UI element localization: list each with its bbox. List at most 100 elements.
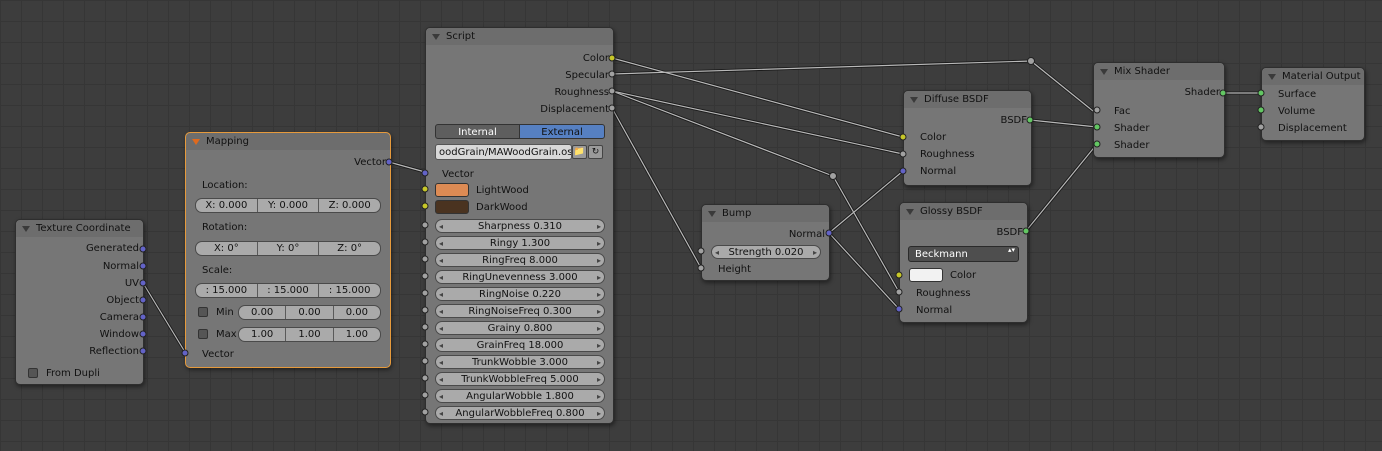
script-node[interactable]: Script Color Specular Roughness Displace…	[425, 27, 614, 424]
socket-script-displacement-out[interactable]	[608, 104, 616, 112]
glossy-bsdf-node[interactable]: Glossy BSDF BSDF Beckmann Color Roughnes…	[899, 202, 1028, 323]
from-dupli-checkbox[interactable]	[28, 368, 38, 378]
location-z[interactable]: Z: 0.000	[318, 199, 380, 212]
scale-z[interactable]: : 15.000	[318, 284, 380, 297]
scale-x[interactable]: : 15.000	[196, 284, 257, 297]
socket-diffuse-normal-in[interactable]	[899, 167, 907, 175]
reload-icon[interactable]: ↻	[588, 145, 603, 159]
socket-glossy-roughness-in[interactable]	[895, 288, 903, 296]
socket-glossy-normal-in[interactable]	[895, 305, 903, 313]
node-header[interactable]: Glossy BSDF	[900, 203, 1027, 220]
socket-param-in[interactable]	[421, 255, 429, 263]
ringfreq-field[interactable]: RingFreq 8.000	[435, 253, 605, 267]
folder-icon[interactable]: 📁	[572, 145, 587, 159]
socket-script-specular-out[interactable]	[608, 70, 616, 78]
min-checkbox[interactable]	[198, 307, 208, 317]
location-vector[interactable]: X: 0.000 Y: 0.000 Z: 0.000	[195, 198, 381, 213]
socket-normal[interactable]	[139, 262, 147, 270]
min-x[interactable]: 0.00	[239, 306, 285, 319]
trunkwobblefreq-field[interactable]: TrunkWobbleFreq 5.000	[435, 372, 605, 386]
max-x[interactable]: 1.00	[239, 328, 285, 341]
strength-field[interactable]: Strength 0.020	[711, 245, 821, 259]
socket-param-in[interactable]	[421, 408, 429, 416]
socket-output-displacement-in[interactable]	[1257, 123, 1265, 131]
socket-diffuse-roughness-in[interactable]	[899, 150, 907, 158]
socket-lightwood-in[interactable]	[421, 185, 429, 193]
socket-script-color-out[interactable]	[608, 54, 616, 62]
socket-script-roughness-out[interactable]	[608, 87, 616, 95]
diffuse-bsdf-node[interactable]: Diffuse BSDF BSDF Color Roughness Normal	[903, 90, 1032, 186]
rotation-vector[interactable]: X: 0° Y: 0° Z: 0°	[195, 241, 381, 256]
sharpness-field[interactable]: Sharpness 0.310	[435, 219, 605, 233]
location-y[interactable]: Y: 0.000	[256, 199, 319, 212]
socket-diffuse-color-in[interactable]	[899, 133, 907, 141]
socket-glossy-color-in[interactable]	[895, 271, 903, 279]
ringnoise-field[interactable]: RingNoise 0.220	[435, 287, 605, 301]
node-header[interactable]: Script	[426, 28, 613, 45]
external-mode-button[interactable]: External	[519, 124, 605, 139]
node-header[interactable]: Mix Shader	[1094, 63, 1224, 80]
node-header[interactable]: Mapping	[186, 133, 390, 150]
socket-mapping-vector-out[interactable]	[385, 158, 393, 166]
scale-vector[interactable]: : 15.000 : 15.000 : 15.000	[195, 283, 381, 298]
socket-param-in[interactable]	[421, 272, 429, 280]
socket-param-in[interactable]	[421, 323, 429, 331]
socket-param-in[interactable]	[421, 238, 429, 246]
script-filepath-input[interactable]: oodGrain/MAWoodGrain.osl	[435, 144, 572, 160]
mix-shader-node[interactable]: Mix Shader Shader Fac Shader Shader	[1093, 62, 1225, 158]
socket-window[interactable]	[139, 330, 147, 338]
light-wood-color-swatch[interactable]	[435, 183, 469, 197]
socket-output-volume-in[interactable]	[1257, 106, 1265, 114]
ringy-field[interactable]: Ringy 1.300	[435, 236, 605, 250]
node-header[interactable]: Bump	[702, 205, 829, 222]
trunkwobble-field[interactable]: TrunkWobble 3.000	[435, 355, 605, 369]
socket-param-in[interactable]	[421, 357, 429, 365]
socket-mix-shader2-in[interactable]	[1093, 140, 1101, 148]
socket-param-in[interactable]	[421, 391, 429, 399]
max-y[interactable]: 1.00	[285, 328, 332, 341]
max-z[interactable]: 1.00	[332, 328, 380, 341]
socket-mix-shader1-in[interactable]	[1093, 123, 1101, 131]
socket-bump-normal-out[interactable]	[825, 229, 833, 237]
rotation-y[interactable]: Y: 0°	[256, 242, 319, 255]
min-y[interactable]: 0.00	[285, 306, 332, 319]
socket-object[interactable]	[139, 296, 147, 304]
socket-output-surface-in[interactable]	[1257, 89, 1265, 97]
node-header[interactable]: Material Output	[1262, 68, 1364, 85]
min-vector[interactable]: 0.00 0.00 0.00	[238, 305, 381, 320]
glossy-color-swatch[interactable]	[909, 268, 943, 282]
socket-uv[interactable]	[139, 279, 147, 287]
scale-y[interactable]: : 15.000	[256, 284, 319, 297]
mapping-node[interactable]: Mapping Vector Location: X: 0.000 Y: 0.0…	[185, 132, 391, 368]
material-output-node[interactable]: Material Output Surface Volume Displacem…	[1261, 67, 1365, 141]
rotation-z[interactable]: Z: 0°	[318, 242, 380, 255]
grainfreq-field[interactable]: GrainFreq 18.000	[435, 338, 605, 352]
socket-reflection[interactable]	[139, 347, 147, 355]
socket-mix-shader-out[interactable]	[1219, 89, 1227, 97]
socket-generated[interactable]	[139, 245, 147, 253]
texture-coordinate-node[interactable]: Texture Coordinate Generated Normal UV O…	[15, 219, 144, 385]
location-x[interactable]: X: 0.000	[196, 199, 257, 212]
node-header[interactable]: Texture Coordinate	[16, 220, 143, 237]
socket-param-in[interactable]	[421, 340, 429, 348]
rotation-x[interactable]: X: 0°	[196, 242, 257, 255]
dark-wood-color-swatch[interactable]	[435, 200, 469, 214]
socket-camera[interactable]	[139, 313, 147, 321]
node-header[interactable]: Diffuse BSDF	[904, 91, 1031, 108]
grainy-field[interactable]: Grainy 0.800	[435, 321, 605, 335]
socket-script-vector-in[interactable]	[421, 169, 429, 177]
socket-bump-strength-in[interactable]	[697, 247, 705, 255]
socket-param-in[interactable]	[421, 221, 429, 229]
socket-param-in[interactable]	[421, 306, 429, 314]
max-vector[interactable]: 1.00 1.00 1.00	[238, 327, 381, 342]
min-z[interactable]: 0.00	[332, 306, 380, 319]
ringunevenness-field[interactable]: RingUnevenness 3.000	[435, 270, 605, 284]
socket-param-in[interactable]	[421, 289, 429, 297]
socket-glossy-bsdf-out[interactable]	[1022, 227, 1030, 235]
angularwobble-field[interactable]: AngularWobble 1.800	[435, 389, 605, 403]
socket-bump-height-in[interactable]	[697, 264, 705, 272]
socket-darkwood-in[interactable]	[421, 202, 429, 210]
socket-diffuse-bsdf-out[interactable]	[1026, 116, 1034, 124]
internal-mode-button[interactable]: Internal	[435, 124, 520, 139]
ringnoisefreq-field[interactable]: RingNoiseFreq 0.300	[435, 304, 605, 318]
